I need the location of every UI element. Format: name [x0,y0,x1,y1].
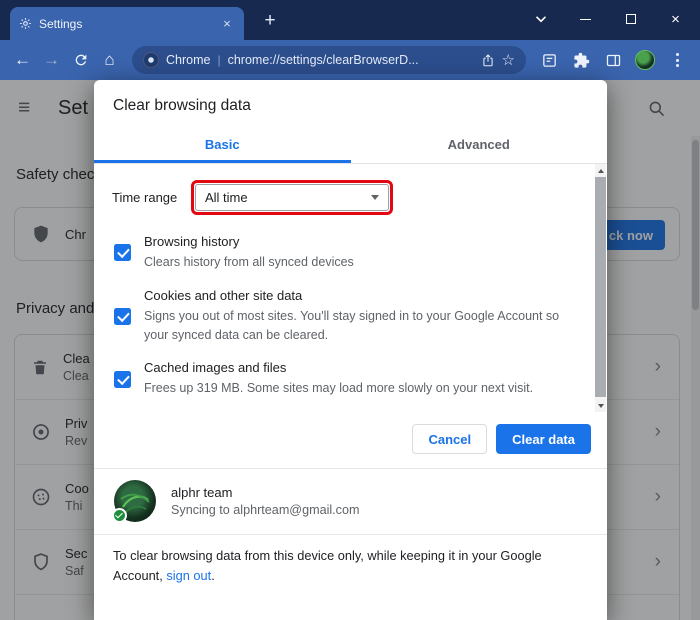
highlight-annotation: All time [191,180,393,215]
clear-browsing-data-dialog: Clear browsing data Basic Advanced Time … [94,80,607,620]
tab-close-icon[interactable]: × [219,16,235,32]
menu-dots-icon[interactable] [662,45,692,75]
reload-icon[interactable] [66,46,95,75]
time-range-row: Time range All time [112,180,573,215]
account-name: alphr team [171,485,359,500]
account-row: alphr team Syncing to alphrteam@gmail.co… [94,469,607,534]
tab-search-chevron-icon[interactable] [518,0,563,38]
account-avatar [114,480,156,522]
footer-suffix: . [211,568,215,583]
checkbox-texts: Cookies and other site data Signs you ou… [144,288,573,345]
reading-list-icon[interactable] [534,45,564,75]
three-dots [676,53,679,67]
back-icon[interactable]: ← [8,46,37,75]
extensions-puzzle-icon[interactable] [566,45,596,75]
dialog-title: Clear browsing data [94,80,607,128]
account-sync-status: Syncing to alphrteam@gmail.com [171,503,359,517]
clear-data-button[interactable]: Clear data [496,424,591,454]
window-controls: × [518,0,698,38]
time-range-select[interactable]: All time [195,184,389,211]
bookmark-star-icon[interactable]: ☆ [502,51,515,69]
checkbox-label: Cookies and other site data [144,288,573,303]
chrome-logo-icon [143,52,159,68]
maximize-icon [626,14,636,24]
dialog-scrollbar-thumb[interactable] [595,177,606,397]
browsing-history-checkbox[interactable] [114,244,131,261]
cached-images-checkbox[interactable] [114,371,131,388]
checkbox-row-cookies: Cookies and other site data Signs you ou… [114,288,573,345]
dialog-actions: Cancel Clear data [94,416,607,468]
checkbox-texts: Cached images and files Frees up 319 MB.… [144,360,533,398]
dialog-scrollbar[interactable] [595,164,606,412]
close-window-button[interactable]: × [653,0,698,38]
navigation-toolbar: ← → ⌂ Chrome | chrome://settings/clearBr… [0,40,700,80]
minimize-button[interactable] [563,0,608,38]
side-panel-icon[interactable] [598,45,628,75]
dialog-tabs: Basic Advanced [94,128,607,164]
scroll-down-icon[interactable] [595,399,606,412]
avatar [635,50,655,70]
checkbox-row-browsing-history: Browsing history Clears history from all… [114,234,573,272]
dialog-body: Time range All time Browsing history Cle… [94,164,607,416]
browser-window: Settings × + × ← → ⌂ Chrome | [0,0,700,620]
tab-advanced[interactable]: Advanced [351,128,608,163]
checkbox-description: Clears history from all synced devices [144,253,354,272]
account-texts: alphr team Syncing to alphrteam@gmail.co… [171,485,359,517]
checkbox-row-cached-images: Cached images and files Frees up 319 MB.… [114,360,573,398]
share-icon[interactable] [481,53,495,68]
sync-ok-badge-icon [112,508,127,523]
settings-gear-icon [19,17,32,30]
minimize-icon [580,19,591,20]
checkbox-description: Frees up 319 MB. Some sites may load mor… [144,379,533,398]
maximize-button[interactable] [608,0,653,38]
checkbox-label: Browsing history [144,234,354,249]
browser-tab-settings[interactable]: Settings × [10,7,244,40]
dialog-footer: To clear browsing data from this device … [94,535,594,601]
new-tab-button[interactable]: + [257,8,283,34]
checkbox-description: Signs you out of most sites. You'll stay… [144,307,573,345]
titlebar: Settings × + × [0,0,700,40]
profile-avatar[interactable] [630,45,660,75]
url-text[interactable]: chrome://settings/clearBrowserD... [228,53,474,67]
time-range-value: All time [205,190,248,205]
site-label: Chrome [166,53,210,67]
tab-title: Settings [39,17,212,31]
scroll-up-icon[interactable] [595,164,606,177]
address-divider: | [217,53,220,67]
caret-down-icon [371,195,379,200]
checkbox-texts: Browsing history Clears history from all… [144,234,354,272]
tab-basic[interactable]: Basic [94,128,351,163]
toolbar-actions [534,45,692,75]
address-bar[interactable]: Chrome | chrome://settings/clearBrowserD… [132,46,526,74]
sign-out-link[interactable]: sign out [166,568,211,583]
home-icon[interactable]: ⌂ [95,46,124,75]
time-range-label: Time range [112,190,191,205]
checkbox-label: Cached images and files [144,360,533,375]
forward-icon[interactable]: → [37,46,66,75]
cookies-checkbox[interactable] [114,308,131,325]
cancel-button[interactable]: Cancel [412,424,487,454]
